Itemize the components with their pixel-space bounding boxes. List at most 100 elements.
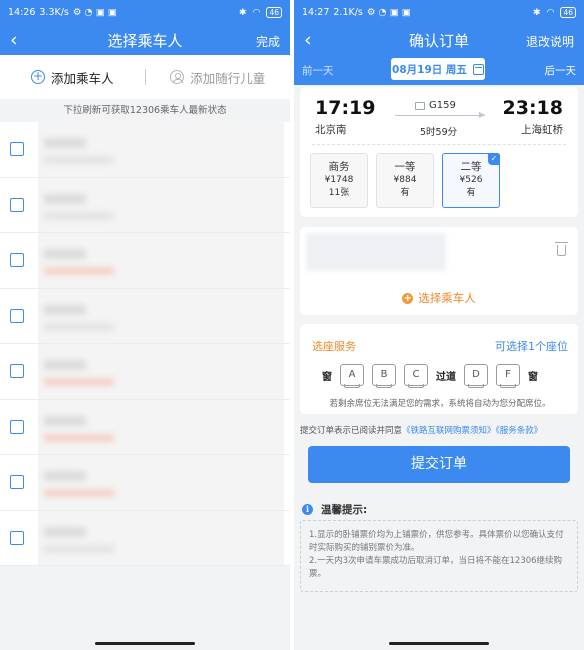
- add-passenger-button[interactable]: + 添加乘车人: [0, 68, 145, 87]
- seat-class-availability: 11张: [328, 188, 350, 198]
- tip-line: 1.显示的卧铺票价均为上铺票价，供您参考。具体票价以您确认支付时实际购买的铺别票…: [309, 530, 564, 553]
- page-title: 确认订单: [408, 31, 469, 50]
- passenger-select-screen: 14:26 3.3K/s ⚙ ◔ ▣ ▣ ✱ ◠ 46 ‹ 选择乘车人 完成 +…: [0, 0, 290, 650]
- seat-limit: 可选择1个座位: [495, 340, 568, 353]
- bluetooth-icon: ✱: [533, 7, 541, 18]
- wifi-icon: ◠: [252, 7, 261, 18]
- list-item[interactable]: [0, 288, 290, 344]
- train-number[interactable]: G159: [415, 100, 456, 111]
- notification-icons: ⚙ ◔ ▣ ▣: [72, 7, 117, 18]
- blurred-passenger-info: [38, 399, 284, 454]
- home-indicator: [95, 642, 195, 645]
- list-item[interactable]: [0, 399, 290, 455]
- duration: 5时59分: [420, 127, 458, 138]
- status-time: 14:27: [302, 7, 330, 18]
- add-child-button[interactable]: 添加随行儿童: [146, 68, 291, 87]
- id-card-icon: [415, 101, 425, 110]
- arrive-time: 23:18: [502, 97, 563, 119]
- blurred-passenger-info: [38, 288, 284, 343]
- check-icon: ✓: [488, 153, 500, 165]
- agreement-text: 提交订单表示已阅读并同意《铁路互联网购票须知》《服务条款》: [300, 424, 542, 436]
- current-date: 08月19日 周五: [392, 63, 467, 76]
- seat-class-price: ¥1748: [324, 175, 354, 185]
- seat-class-first[interactable]: 一等 ¥884 有: [376, 153, 434, 208]
- refresh-hint: 下拉刷新可获取12306乘车人最新状态: [63, 105, 227, 116]
- seat-note: 若剩余席位无法满足您的需求，系统将自动为您分配席位。: [329, 399, 551, 409]
- window-label: 窗: [528, 371, 538, 383]
- seat-f[interactable]: F: [496, 364, 520, 388]
- list-item[interactable]: [0, 344, 290, 400]
- status-bar: 14:26 3.3K/s ⚙ ◔ ▣ ▣ ✱ ◠ 46: [0, 0, 290, 25]
- seat-class-name: 商务: [328, 161, 350, 173]
- notification-icons: ⚙ ◔ ▣ ▣: [366, 7, 411, 18]
- agreement-prefix: 提交订单表示已阅读并同意: [300, 426, 403, 436]
- add-child-label: 添加随行儿童: [190, 70, 266, 86]
- add-circle-icon: +: [30, 69, 45, 84]
- blurred-passenger-info: [306, 233, 446, 271]
- checkbox[interactable]: [10, 253, 24, 268]
- next-day-button[interactable]: 后一天: [545, 63, 577, 78]
- calendar-icon: [472, 63, 484, 75]
- list-item[interactable]: [0, 122, 290, 178]
- agreement-link[interactable]: 《铁路互联网购票须知》《服务条款》: [402, 426, 542, 436]
- seat-class-name: 一等: [394, 161, 416, 173]
- list-item[interactable]: [0, 455, 290, 511]
- passenger-list: [0, 122, 290, 566]
- seat-service-title: 选座服务: [312, 340, 356, 353]
- refund-rules-link[interactable]: 退改说明: [526, 33, 574, 50]
- add-circle-icon: +: [402, 292, 414, 304]
- seat-d[interactable]: D: [464, 364, 488, 388]
- blurred-passenger-info: [38, 344, 284, 399]
- seat-class-business[interactable]: 商务 ¥1748 11张: [310, 153, 368, 208]
- select-passenger-button[interactable]: + 选择乘车人: [300, 290, 578, 306]
- date-picker-button[interactable]: 08月19日 周五: [391, 58, 485, 80]
- seat-class-availability: 有: [466, 188, 476, 198]
- network-speed: 2.1K/s: [333, 7, 363, 18]
- checkbox[interactable]: [10, 142, 24, 157]
- seat-a[interactable]: A: [340, 364, 364, 388]
- window-label: 窗: [322, 371, 332, 383]
- checkbox[interactable]: [10, 419, 24, 434]
- checkbox[interactable]: [10, 475, 24, 490]
- network-speed: 3.3K/s: [39, 7, 69, 18]
- seat-b[interactable]: B: [372, 364, 396, 388]
- battery-icon: 46: [560, 7, 576, 18]
- status-bar: 14:27 2.1K/s ⚙ ◔ ▣ ▣ ✱ ◠ 46: [294, 0, 584, 25]
- done-button[interactable]: 完成: [256, 33, 280, 50]
- checkbox[interactable]: [10, 364, 24, 379]
- submit-order-button[interactable]: 提交订单: [308, 446, 570, 483]
- aisle-label: 过道: [436, 371, 456, 383]
- nav-bar: ‹ 确认订单 退改说明: [294, 25, 584, 55]
- trash-icon[interactable]: [555, 242, 568, 256]
- checkbox[interactable]: [10, 197, 24, 212]
- wifi-icon: ◠: [546, 7, 555, 18]
- seat-class-availability: 有: [400, 188, 410, 198]
- prev-day-button[interactable]: 前一天: [302, 63, 334, 78]
- seat-map: 窗 A B C 过道 D F 窗: [322, 364, 538, 388]
- seat-class-price: ¥884: [393, 175, 417, 185]
- checkbox[interactable]: [10, 308, 24, 323]
- date-navigator: 前一天 08月19日 周五 后一天: [294, 55, 584, 85]
- checkbox[interactable]: [10, 530, 24, 545]
- list-item[interactable]: [0, 233, 290, 289]
- home-indicator: [389, 642, 489, 645]
- back-icon[interactable]: ‹: [304, 30, 312, 50]
- arrow-icon: [395, 112, 485, 118]
- blurred-passenger-info: [38, 455, 284, 510]
- seat-selection-card: 选座服务 可选择1个座位 窗 A B C 过道 D F 窗 若剩余席位无法满足您…: [300, 324, 578, 414]
- list-item[interactable]: [0, 510, 290, 566]
- back-icon[interactable]: ‹: [10, 30, 18, 50]
- divider: [312, 144, 566, 145]
- battery-icon: 46: [266, 7, 282, 18]
- blurred-passenger-info: [38, 233, 284, 288]
- list-item[interactable]: [0, 177, 290, 233]
- tips-box: 1.显示的卧铺票价均为上铺票价，供您参考。具体票价以您确认支付时实际购买的铺别票…: [300, 520, 578, 592]
- seat-class-second[interactable]: 二等 ¥526 有 ✓: [442, 153, 500, 208]
- confirm-order-screen: 14:27 2.1K/s ⚙ ◔ ▣ ▣ ✱ ◠ 46 ‹ 确认订单 退改说明 …: [294, 0, 584, 650]
- blurred-passenger-info: [38, 177, 284, 232]
- bluetooth-icon: ✱: [239, 7, 247, 18]
- seat-c[interactable]: C: [404, 364, 428, 388]
- page-title: 选择乘车人: [107, 31, 183, 50]
- train-info-card: 17:19 北京南 G159 5时59分 23:18 上海虹桥 商务 ¥1748…: [300, 87, 578, 217]
- seat-class-price: ¥526: [459, 175, 483, 185]
